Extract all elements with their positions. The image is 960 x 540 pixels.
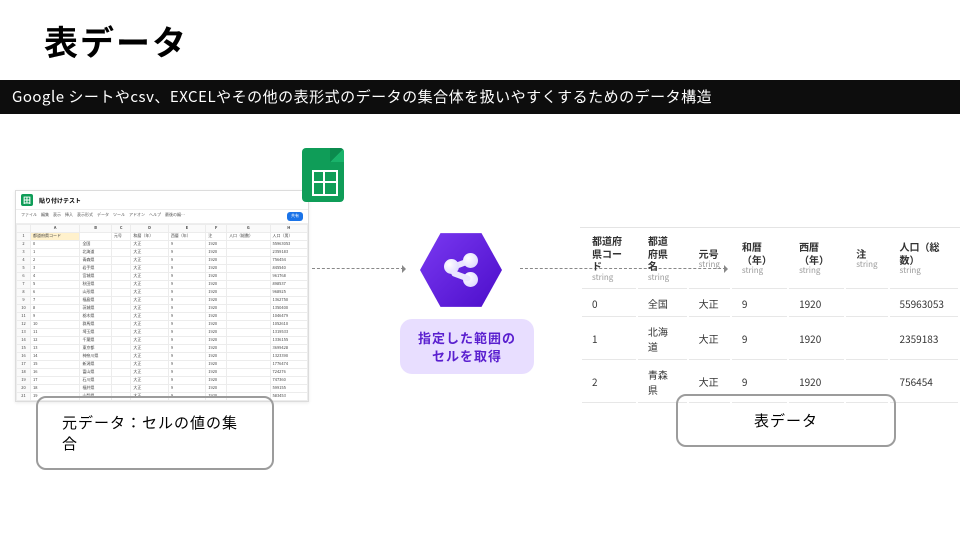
table-header: 都道府県コードstring <box>582 230 636 289</box>
table-header: 和暦（年）string <box>732 230 787 289</box>
sheets-icon: 田 <box>21 194 33 206</box>
operation-label: 指定した範囲の セルを取得 <box>400 319 534 374</box>
spreadsheet-thumbnail: 田 貼り付けテスト ファイル 編集 表示 挿入 表示形式 データ ツール アドオ… <box>15 190 309 402</box>
pill-line1: 指定した範囲の <box>406 329 528 347</box>
table-header: 都道府県名string <box>638 230 687 289</box>
sheet-menu: ファイル 編集 表示 挿入 表示形式 データ ツール アドオン ヘルプ 最後の編… <box>16 210 308 224</box>
slide: 表データ Google シートやcsv、EXCELやその他の表形式のデータの集合… <box>0 0 960 540</box>
table-header: 西暦（年）string <box>789 230 844 289</box>
sheet-grid: ABCDEFGH1都道府県コード元号和暦（年）西暦（年）注人口（総数）人口（男）… <box>16 224 308 401</box>
subtitle-bar: Google シートやcsv、EXCELやその他の表形式のデータの集合体を扱いや… <box>0 80 960 114</box>
page-title: 表データ <box>44 16 188 65</box>
pill-line2: セルを取得 <box>406 347 528 365</box>
share-button[interactable]: 共有 <box>287 212 303 221</box>
result-table: 都道府県コードstring都道府県名string元号string和暦（年）str… <box>580 227 960 405</box>
caption-source: 元データ：セルの値の集合 <box>36 396 274 470</box>
table-header: 元号string <box>689 230 730 289</box>
table-header: 人口（総数）string <box>890 230 958 289</box>
processor-icon <box>420 229 502 311</box>
sheet-title: 貼り付けテスト <box>39 197 81 204</box>
arrow-left-icon <box>312 268 404 269</box>
google-sheets-file-icon <box>302 148 344 202</box>
table-row: 1北海道大正919202359183 <box>582 319 958 360</box>
sheet-header: 田 貼り付けテスト <box>16 191 308 210</box>
caption-result: 表データ <box>676 394 896 447</box>
table-header: 注string <box>846 230 887 289</box>
table-row: 0全国大正9192055963053 <box>582 291 958 317</box>
